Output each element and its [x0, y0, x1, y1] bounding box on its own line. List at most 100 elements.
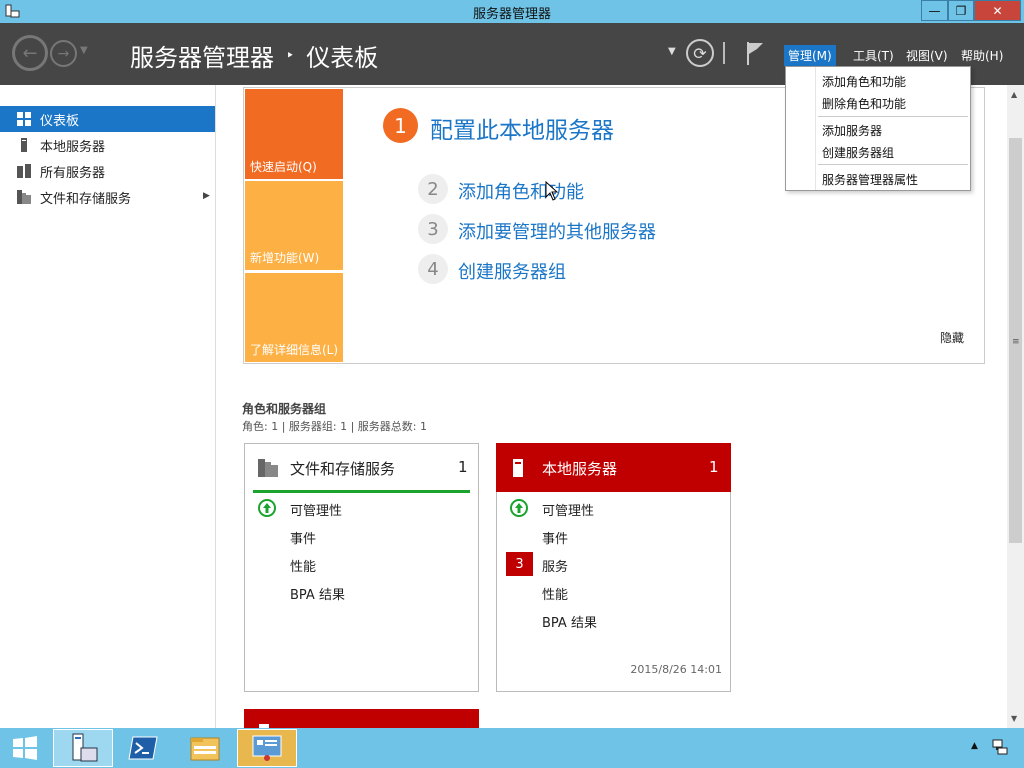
step-4-number: 4: [418, 254, 448, 284]
add-roles-features-link[interactable]: 添加角色和功能: [458, 178, 584, 204]
start-button[interactable]: [0, 729, 50, 767]
server-manager-icon: [72, 733, 98, 762]
sidebar-item-local-server[interactable]: 本地服务器: [0, 132, 215, 158]
roles-summary: 角色: 1 | 服务器组: 1 | 服务器总数: 1: [242, 420, 428, 433]
menu-item-add-roles[interactable]: 添加角色和功能: [822, 73, 906, 90]
refresh-icon: ⟳: [693, 43, 707, 63]
roles-section-title: 角色和服务器组: [242, 402, 327, 416]
back-button[interactable]: ←: [12, 35, 48, 71]
sidebar-item-label: 所有服务器: [40, 165, 106, 181]
row-manageability[interactable]: 可管理性: [290, 500, 342, 519]
servers-icon: [17, 164, 31, 178]
row-bpa-results[interactable]: BPA 结果: [542, 612, 597, 631]
card-count: 1: [458, 458, 468, 476]
network-icon[interactable]: [992, 739, 1008, 755]
menu-separator: [818, 116, 968, 117]
services-alert-badge: 3: [506, 552, 533, 576]
tile-quick-start[interactable]: 快速启动(Q): [245, 89, 343, 179]
health-bar: [253, 490, 470, 493]
taskbar-server-manager[interactable]: [53, 729, 113, 767]
close-button[interactable]: ✕: [974, 0, 1021, 21]
arrow-right-icon: →: [57, 45, 70, 62]
menu-help[interactable]: 帮助(H): [957, 45, 1007, 66]
taskbar: ▲: [0, 728, 1024, 768]
row-manageability[interactable]: 可管理性: [542, 500, 594, 519]
step-2-number: 2: [418, 174, 448, 204]
notifications-flag-icon[interactable]: [745, 40, 765, 66]
tray-expand-icon[interactable]: ▲: [971, 741, 978, 751]
ok-status-icon: [510, 499, 528, 517]
server-icon: [21, 138, 27, 152]
tile-whats-new[interactable]: 新增功能(W): [245, 181, 343, 270]
storage-icon: [17, 190, 31, 204]
sidebar: 仪表板 本地服务器 所有服务器 文件和存储服务 ▶: [0, 85, 216, 728]
refresh-button[interactable]: ⟳: [686, 39, 714, 67]
card-header: 文件和存储服务 1: [245, 444, 478, 492]
breadcrumb-separator-icon: ‣: [286, 47, 295, 64]
menu-view[interactable]: 视图(V): [902, 45, 952, 66]
sidebar-item-file-storage[interactable]: 文件和存储服务: [0, 184, 215, 210]
menu-separator: [818, 164, 968, 165]
forward-button[interactable]: →: [50, 40, 77, 67]
card-file-storage[interactable]: 文件和存储服务 1 可管理性 事件 性能 BPA 结果: [244, 443, 479, 692]
card-timestamp: 2015/8/26 14:01: [630, 663, 722, 676]
history-dropdown-icon[interactable]: ▼: [80, 45, 88, 56]
row-events[interactable]: 事件: [542, 528, 568, 547]
card-local-server[interactable]: 本地服务器 1 可管理性 事件 3 服务 性能 BPA 结果 2015/8/26…: [496, 443, 731, 692]
start-icon: [13, 736, 37, 760]
header-divider: [723, 42, 725, 64]
row-performance[interactable]: 性能: [542, 584, 568, 603]
dashboard-icon: [17, 112, 31, 126]
breadcrumb-root[interactable]: 服务器管理器: [130, 38, 274, 73]
tile-learn-more[interactable]: 了解详细信息(L): [245, 273, 343, 362]
title-bar: 服务器管理器 — ❐ ✕: [0, 0, 1024, 23]
sidebar-item-all-servers[interactable]: 所有服务器: [0, 158, 215, 184]
ok-status-icon: [258, 499, 276, 517]
row-bpa-results[interactable]: BPA 结果: [290, 584, 345, 603]
row-events[interactable]: 事件: [290, 528, 316, 547]
refresh-dropdown-icon[interactable]: ▼: [668, 46, 676, 57]
menu-tools[interactable]: 工具(T): [849, 45, 898, 66]
menu-item-properties[interactable]: 服务器管理器属性: [822, 171, 918, 188]
taskbar-control-panel[interactable]: [237, 729, 297, 767]
manage-dropdown-menu: 添加角色和功能 删除角色和功能 添加服务器 创建服务器组 服务器管理器属性: [785, 66, 971, 191]
sidebar-item-label: 本地服务器: [40, 139, 106, 155]
card-title: 本地服务器: [542, 460, 618, 478]
step-3-number: 3: [418, 214, 448, 244]
create-server-group-link[interactable]: 创建服务器组: [458, 258, 566, 284]
scroll-up-icon[interactable]: ▲: [1011, 90, 1017, 99]
scroll-down-icon[interactable]: ▼: [1011, 714, 1017, 723]
taskbar-file-explorer[interactable]: [175, 729, 235, 767]
step-1-number: 1: [383, 108, 418, 143]
menu-gutter: [786, 67, 816, 190]
minimize-button[interactable]: —: [921, 0, 948, 21]
breadcrumb: 服务器管理器 ‣ 仪表板: [130, 38, 378, 73]
window-title: 服务器管理器: [472, 7, 551, 22]
card-count: 1: [709, 458, 719, 476]
sidebar-item-label: 仪表板: [40, 113, 80, 129]
add-other-servers-link[interactable]: 添加要管理的其他服务器: [458, 218, 656, 244]
menu-item-add-servers[interactable]: 添加服务器: [822, 122, 882, 139]
expand-arrow-icon[interactable]: ▶: [203, 191, 210, 201]
hide-link[interactable]: 隐藏: [940, 329, 964, 346]
storage-icon: [258, 459, 278, 477]
menu-item-create-server-group[interactable]: 创建服务器组: [822, 144, 894, 161]
configure-local-server-link[interactable]: 配置此本地服务器: [430, 111, 614, 145]
control-panel-icon: [252, 735, 282, 761]
row-services[interactable]: 服务: [542, 556, 568, 575]
grip-icon: ≡: [1012, 337, 1020, 347]
mouse-cursor-icon: [545, 181, 559, 201]
server-icon: [513, 459, 523, 477]
breadcrumb-page: 仪表板: [306, 44, 379, 72]
row-performance[interactable]: 性能: [290, 556, 316, 575]
taskbar-powershell[interactable]: [113, 729, 173, 767]
sidebar-item-label: 文件和存储服务: [40, 191, 132, 207]
menu-manage[interactable]: 管理(M): [784, 45, 836, 66]
sidebar-item-dashboard[interactable]: 仪表板: [0, 106, 215, 132]
card-header: 本地服务器 1: [496, 443, 731, 492]
file-explorer-icon: [190, 737, 220, 761]
powershell-icon: [128, 736, 158, 760]
restore-button[interactable]: ❐: [948, 0, 974, 21]
menu-item-remove-roles[interactable]: 删除角色和功能: [822, 95, 906, 112]
scroll-thumb[interactable]: ≡: [1009, 138, 1022, 543]
